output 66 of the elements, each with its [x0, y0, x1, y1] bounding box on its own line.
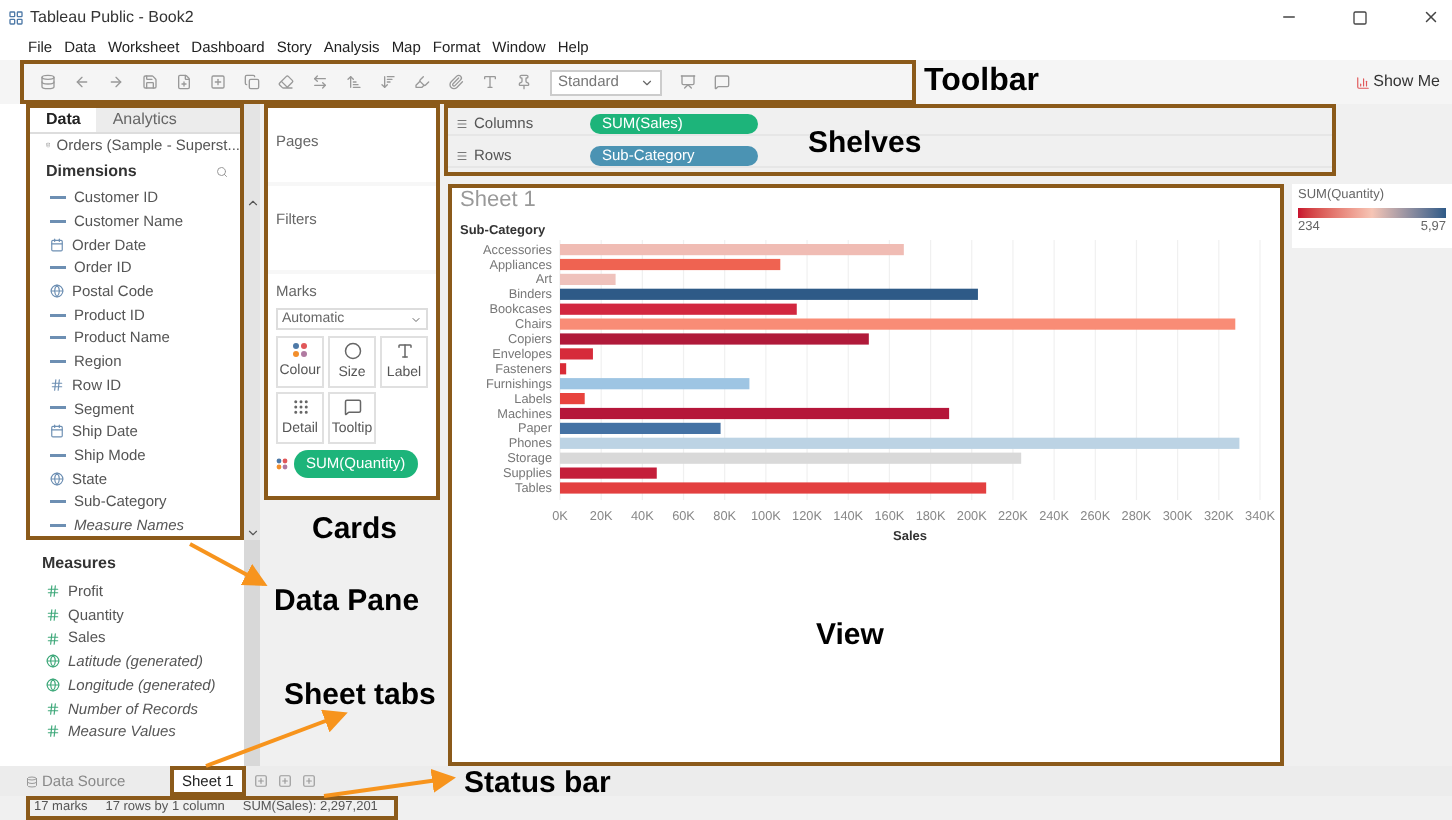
globe-icon — [50, 471, 64, 486]
save-icon[interactable] — [142, 74, 158, 90]
new-sheet-icon[interactable] — [253, 774, 268, 788]
annotation-label: Cards — [312, 514, 400, 544]
hash-icon — [46, 584, 60, 599]
window-title: Tableau Public - Book2 — [30, 5, 194, 29]
scrollbar[interactable] — [244, 540, 260, 766]
sort-ascending-icon[interactable] — [346, 74, 362, 90]
scroll-down-icon[interactable] — [245, 526, 259, 540]
new-story-icon[interactable] — [301, 774, 316, 788]
forward-arrow-icon[interactable] — [108, 74, 124, 90]
speech-bubble-icon — [343, 397, 361, 415]
annotation-label: View — [816, 620, 886, 650]
section-title: Measures — [40, 552, 118, 576]
copy-icon[interactable] — [244, 74, 260, 90]
section-title: Dimensions — [46, 160, 137, 185]
shelf-icon — [456, 117, 468, 129]
globe-icon — [46, 654, 60, 669]
swap-icon[interactable] — [312, 74, 328, 90]
back-arrow-icon[interactable] — [74, 74, 90, 90]
show-me-button[interactable]: Show Me — [1355, 70, 1440, 94]
search-icon[interactable] — [216, 166, 228, 179]
shelf-icon — [456, 149, 468, 161]
sheet-title: Sheet 1 — [460, 190, 538, 212]
annotation-label: Toolbar — [924, 66, 1039, 98]
data-icon[interactable] — [40, 74, 56, 90]
new-file-icon[interactable] — [176, 74, 192, 90]
hash-icon — [46, 701, 60, 716]
pane-tab[interactable]: Analytics — [96, 108, 240, 132]
annotation-label: Sheet tabs — [284, 680, 438, 710]
sort-descending-icon[interactable] — [380, 74, 396, 90]
close-icon[interactable] — [1422, 8, 1440, 26]
app-icon — [8, 9, 24, 25]
maximize-icon[interactable] — [1352, 9, 1368, 25]
data-source-icon — [26, 775, 38, 787]
scroll-up-icon[interactable] — [245, 196, 259, 210]
arrow — [189, 542, 268, 586]
globe-icon — [46, 678, 60, 693]
paperclip-icon[interactable] — [448, 74, 464, 90]
text-label-icon — [395, 341, 413, 359]
add-icon[interactable] — [210, 74, 226, 90]
globe-icon — [50, 284, 64, 299]
hash-icon — [50, 378, 64, 393]
chart-icon — [1355, 75, 1370, 89]
annotation-label: Data Pane — [274, 586, 422, 616]
annotation-label: Shelves — [808, 128, 922, 158]
pin-icon[interactable] — [516, 74, 532, 90]
annotation-label: Status bar — [464, 768, 611, 798]
highlighter-icon[interactable] — [414, 74, 430, 90]
eraser-icon[interactable] — [278, 74, 294, 90]
new-dashboard-icon[interactable] — [277, 774, 292, 788]
text-icon[interactable] — [482, 74, 498, 90]
color-dots-icon — [276, 457, 288, 470]
speech-bubble-icon[interactable] — [714, 74, 730, 90]
presentation-icon[interactable] — [680, 74, 696, 90]
color-dots-icon — [292, 342, 308, 358]
caret-icon — [640, 75, 654, 89]
circles-icon — [343, 341, 361, 359]
calendar-icon — [50, 237, 64, 252]
hash-icon — [46, 631, 60, 646]
dots-icon — [291, 397, 309, 415]
hash-icon — [46, 724, 60, 739]
scrollbar[interactable] — [244, 104, 260, 540]
hash-icon — [46, 608, 60, 623]
calendar-icon — [50, 424, 64, 439]
caret-icon — [410, 313, 422, 326]
